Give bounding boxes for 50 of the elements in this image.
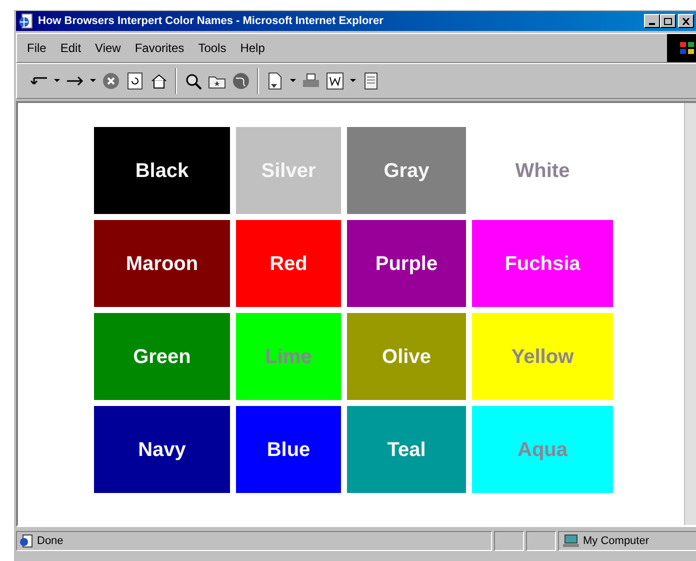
color-swatch: Fuchsia — [472, 220, 613, 307]
windows-flag-icon — [679, 41, 695, 55]
page-icon — [19, 534, 33, 548]
color-swatch: Maroon — [94, 220, 230, 307]
word-document-icon — [326, 72, 344, 90]
minimize-button[interactable] — [644, 14, 660, 28]
globe-icon — [232, 72, 250, 90]
color-swatch: Purple — [347, 220, 466, 307]
back-arrow-icon — [30, 76, 48, 86]
window-title: How Browsers Interpert Color Names - Microsoft Internet Explorer — [38, 14, 384, 29]
stop-icon — [102, 72, 120, 90]
color-swatch: Aqua — [472, 406, 613, 493]
color-swatch: Lime — [236, 313, 341, 400]
color-swatch: Navy — [94, 406, 230, 493]
notepad-icon — [364, 72, 378, 90]
refresh-icon — [127, 72, 143, 90]
caret-icon[interactable] — [90, 79, 96, 83]
menu-item[interactable]: Favorites — [134, 39, 184, 57]
color-swatch: Gray — [347, 127, 466, 214]
menu-item[interactable]: Edit — [60, 39, 82, 57]
printer-icon — [302, 73, 320, 89]
close-icon — [682, 18, 690, 24]
search-icon — [184, 72, 202, 90]
computer-icon — [563, 534, 579, 548]
caret-icon[interactable] — [350, 79, 356, 83]
menu-item[interactable]: Tools — [198, 39, 226, 57]
color-swatch: Teal — [347, 406, 466, 493]
color-swatch: Blue — [236, 406, 341, 493]
color-swatch: Black — [94, 127, 230, 214]
caret-icon[interactable] — [290, 79, 296, 83]
status-pane — [526, 531, 556, 551]
zone-text: My Computer — [583, 534, 650, 549]
browser-page-icon — [18, 13, 34, 29]
color-swatch: Olive — [347, 313, 466, 400]
document-icon — [267, 72, 283, 90]
scrollbar[interactable] — [684, 103, 696, 525]
color-swatch: Yellow — [472, 313, 613, 400]
status-text: Done — [37, 534, 64, 549]
maximize-button[interactable] — [660, 14, 676, 28]
color-swatch: Red — [236, 220, 341, 307]
menu-item[interactable]: View — [95, 39, 121, 57]
menu-item[interactable]: File — [27, 39, 46, 57]
house-icon — [150, 73, 168, 89]
menu-item[interactable]: Help — [240, 39, 265, 57]
forward-arrow-icon — [66, 76, 84, 86]
status-pane — [494, 531, 524, 551]
close-button[interactable] — [678, 14, 694, 28]
caret-icon[interactable] — [54, 79, 60, 83]
color-swatch: Green — [94, 313, 230, 400]
maximize-icon — [664, 18, 672, 24]
